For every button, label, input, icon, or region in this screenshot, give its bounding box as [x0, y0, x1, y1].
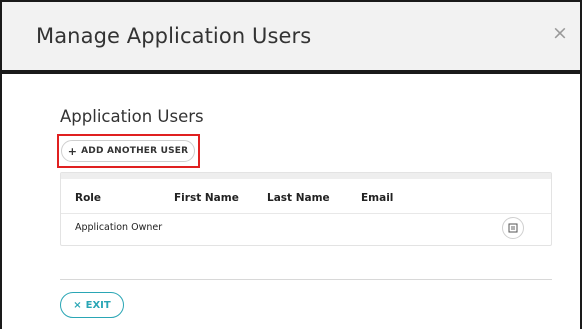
add-user-button[interactable]: + ADD ANOTHER USER: [61, 140, 195, 162]
cell-role: Application Owner: [75, 222, 163, 233]
manage-users-modal: Manage Application Users × Application U…: [0, 0, 582, 329]
x-icon: ×: [73, 299, 82, 311]
close-icon[interactable]: ×: [550, 23, 570, 43]
add-user-button-label: ADD ANOTHER USER: [81, 146, 189, 156]
section-title: Application Users: [60, 107, 204, 126]
modal-header: Manage Application Users ×: [2, 2, 580, 74]
column-header-role: Role: [75, 192, 102, 204]
modal-title: Manage Application Users: [36, 24, 312, 48]
column-header-first-name: First Name: [174, 192, 239, 204]
footer-divider: [60, 279, 552, 280]
exit-button-label: EXIT: [85, 299, 111, 311]
column-header-last-name: Last Name: [267, 192, 330, 204]
exit-button[interactable]: × EXIT: [60, 292, 124, 318]
users-table: Role First Name Last Name Email Applicat…: [60, 172, 552, 246]
table-topbar: [61, 173, 551, 179]
column-header-email: Email: [361, 192, 394, 204]
edit-icon[interactable]: [502, 217, 524, 239]
table-divider: [61, 213, 551, 214]
plus-icon: +: [67, 144, 78, 158]
